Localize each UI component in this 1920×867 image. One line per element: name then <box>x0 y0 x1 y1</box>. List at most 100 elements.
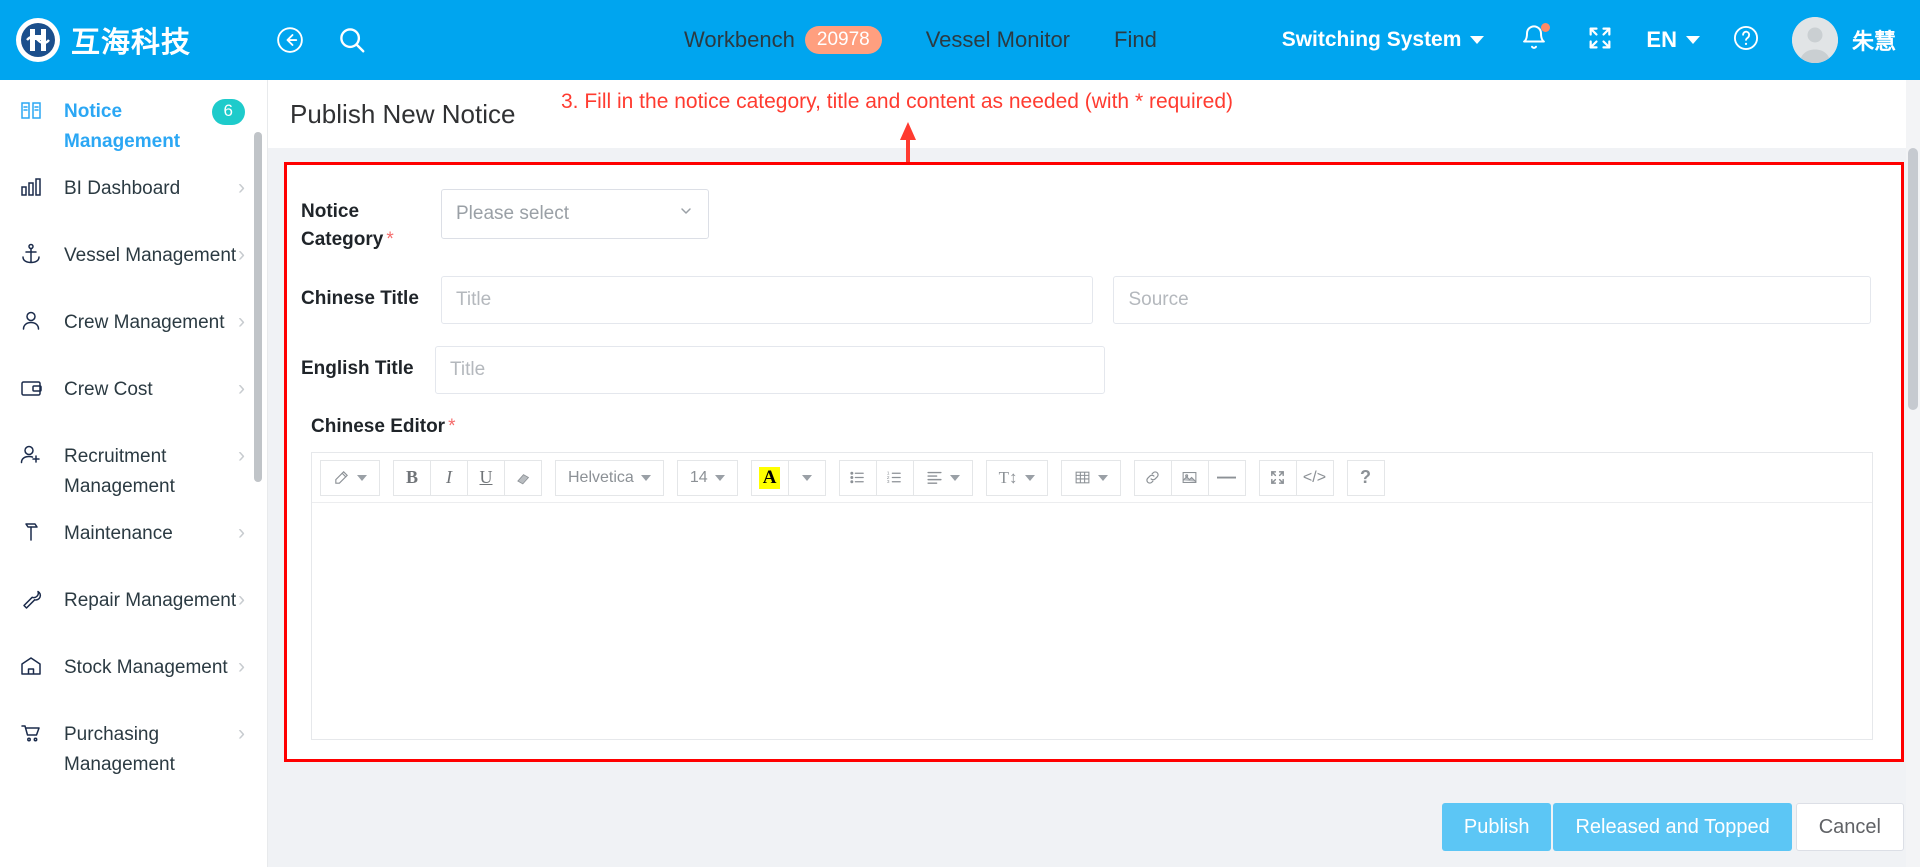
chevron-down-icon <box>678 203 694 225</box>
font-family-select[interactable]: Helvetica <box>555 459 664 496</box>
notification-bell-button[interactable] <box>1520 22 1551 57</box>
align-button[interactable] <box>912 459 973 496</box>
header-right-tools: Switching System EN 朱慧 <box>1282 17 1920 63</box>
source-code-button[interactable]: </> <box>1295 459 1334 496</box>
sidebar-item-label: Vessel Management <box>64 245 237 266</box>
toolbar-group-format: B I U <box>393 459 542 496</box>
publish-button[interactable]: Publish <box>1441 803 1552 851</box>
form-row-chinese-title: Chinese Title <box>301 276 1871 324</box>
user-avatar-icon[interactable] <box>1791 17 1838 63</box>
page-scrollbar[interactable] <box>1906 80 1920 867</box>
italic-button[interactable]: I <box>430 459 468 496</box>
cancel-button[interactable]: Cancel <box>1795 803 1904 851</box>
company-logo-icon <box>16 18 60 62</box>
chevron-right-icon: › <box>238 588 245 611</box>
chevron-down-icon <box>640 474 651 481</box>
nav-item-label: Vessel Monitor <box>925 27 1071 52</box>
ordered-list-button[interactable]: 123 <box>875 459 914 496</box>
fullscreen-button[interactable] <box>1258 459 1297 496</box>
toolbar-group-highlight: A <box>750 459 826 496</box>
english-title-label: English Title <box>301 358 414 379</box>
sidebar-item-label: Notice Management <box>64 101 181 152</box>
sidebar-item-label: Recruitment Management <box>64 446 175 497</box>
switching-system-label: Switching System <box>1281 28 1462 51</box>
font-family-value: Helvetica <box>568 468 634 486</box>
nav-item-find[interactable]: Find <box>1114 27 1157 53</box>
toolbar-group-line-height: T↕ <box>985 459 1048 496</box>
nav-item-workbench[interactable]: Workbench 20978 <box>684 25 882 55</box>
required-marker: * <box>448 416 456 437</box>
nav-item-vessel-monitor[interactable]: Vessel Monitor <box>926 27 1070 53</box>
form-action-footer: Publish Released and Topped Cancel <box>268 787 1920 867</box>
chevron-right-icon: › <box>238 176 245 199</box>
sidebar-scrollbar[interactable] <box>254 132 262 482</box>
workbench-count-badge: 20978 <box>804 25 882 55</box>
person-add-icon <box>16 443 46 467</box>
chinese-editor-label: Chinese Editor * <box>311 416 456 437</box>
chevron-right-icon: › <box>238 521 245 544</box>
style-brush-button[interactable] <box>320 459 380 496</box>
sidebar-item-bi-dashboard[interactable]: BI Dashboard › <box>0 157 267 224</box>
annotation-instruction-text: 3. Fill in the notice category, title an… <box>561 90 1233 113</box>
text-highlight-dropdown[interactable] <box>787 459 826 496</box>
fullscreen-expand-icon[interactable] <box>1586 24 1614 57</box>
sidebar-item-repair-management[interactable]: Repair Management › <box>0 569 267 636</box>
chevron-right-icon: › <box>238 243 245 266</box>
sidebar-item-vessel-management[interactable]: Vessel Management › <box>0 224 267 291</box>
table-button[interactable] <box>1060 459 1121 496</box>
line-height-button[interactable]: T↕ <box>985 459 1048 496</box>
help-button[interactable]: ? <box>1346 459 1385 496</box>
source-input[interactable] <box>1113 276 1871 324</box>
toolbar-group-lists: 123 <box>838 459 973 496</box>
chinese-editor-body[interactable] <box>312 503 1872 739</box>
form-row-english-title: English Title <box>301 346 1871 394</box>
wallet-icon <box>16 376 46 400</box>
sidebar-item-maintenance[interactable]: Maintenance › <box>0 502 267 569</box>
clear-format-button[interactable] <box>504 459 542 496</box>
chevron-down-icon <box>1685 36 1700 44</box>
released-and-topped-button[interactable]: Released and Topped <box>1553 803 1792 851</box>
language-selector[interactable]: EN <box>1646 27 1700 53</box>
unordered-list-button[interactable] <box>838 459 877 496</box>
user-name-label: 朱慧 <box>1851 29 1896 54</box>
header-nav: Workbench 20978 Vessel Monitor Find <box>684 25 1157 55</box>
back-arrow-circle-icon[interactable] <box>270 20 310 60</box>
chevron-down-icon <box>801 474 812 481</box>
sidebar-item-label: Crew Management <box>64 312 225 333</box>
notice-form-highlight-box: Notice Category * Please select Chinese T… <box>284 162 1904 762</box>
question-circle-icon[interactable] <box>1732 24 1760 57</box>
sidebar-item-stock-management[interactable]: Stock Management › <box>0 636 267 703</box>
toolbar-group-view: </> <box>1258 459 1334 496</box>
brand-name: 互海科技 <box>71 27 192 59</box>
sidebar-item-recruitment-management[interactable]: Recruitment Management › <box>0 425 267 502</box>
insert-link-button[interactable] <box>1133 459 1172 496</box>
sidebar-item-crew-management[interactable]: Crew Management › <box>0 291 267 358</box>
sidebar-item-label: Crew Cost <box>64 379 153 400</box>
sidebar-item-label: Repair Management <box>64 590 237 611</box>
underline-button[interactable]: U <box>467 459 505 496</box>
sidebar-item-crew-cost[interactable]: Crew Cost › <box>0 358 267 425</box>
notice-category-select[interactable]: Please select <box>441 189 709 239</box>
chevron-down-icon <box>714 474 725 481</box>
insert-image-button[interactable] <box>1170 459 1209 496</box>
bold-button[interactable]: B <box>393 459 431 496</box>
page-scrollbar-thumb[interactable] <box>1908 148 1918 410</box>
search-icon[interactable] <box>332 20 372 60</box>
sidebar-item-notice-management[interactable]: Notice Management 6 <box>0 80 267 157</box>
chevron-right-icon: › <box>238 655 245 678</box>
chinese-title-input[interactable] <box>441 276 1094 324</box>
sidebar-item-purchasing-management[interactable]: Purchasing Management › <box>0 703 267 780</box>
chevron-down-icon <box>1024 474 1035 481</box>
font-size-select[interactable]: 14 <box>676 459 738 496</box>
toolbar-group-font-size: 14 <box>676 459 738 496</box>
horizontal-rule-button[interactable]: — <box>1207 459 1246 496</box>
anchor-icon <box>16 242 46 266</box>
toolbar-group-insert: — <box>1133 459 1246 496</box>
toolbar-group-font-family: Helvetica <box>555 459 664 496</box>
switching-system-dropdown[interactable]: Switching System <box>1282 28 1485 52</box>
chevron-right-icon: › <box>238 444 245 467</box>
top-header-bar: 互海科技 Workbench 20978 Vessel Monitor Find… <box>0 0 1920 80</box>
text-highlight-button[interactable]: A <box>750 459 789 496</box>
english-title-input[interactable] <box>435 346 1105 394</box>
brand-area[interactable]: 互海科技 <box>0 18 250 62</box>
